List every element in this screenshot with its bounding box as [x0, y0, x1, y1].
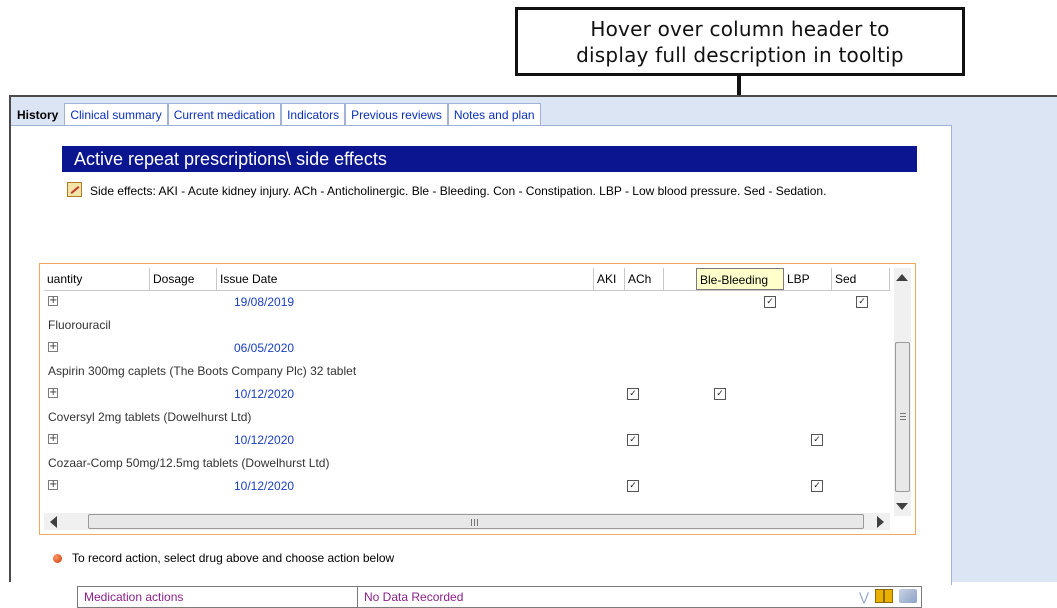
expand-icon[interactable]: +	[48, 296, 58, 306]
checkbox-ach[interactable]: ✓	[714, 388, 726, 400]
side-effects-legend: Side effects: AKI - Acute kidney injury.…	[67, 182, 907, 199]
medication-actions-value: No Data Recorded	[364, 590, 464, 604]
tab-clinical-summary[interactable]: Clinical summary	[64, 103, 168, 126]
column-header-aki[interactable]: AKI	[594, 268, 625, 290]
issue-date: 06/05/2020	[234, 341, 295, 355]
horizontal-scrollbar[interactable]	[44, 513, 890, 530]
expand-icon[interactable]: +	[48, 434, 58, 444]
tab-notes-and-plan[interactable]: Notes and plan	[447, 103, 541, 126]
tab-bar: History Clinical summary Current medicat…	[11, 103, 541, 126]
side-effects-text: Side effects: AKI - Acute kidney injury.…	[90, 184, 827, 198]
checkbox-sed[interactable]: ✓	[856, 296, 868, 308]
instruction-text: To record action, select drug above and …	[53, 551, 394, 565]
issue-date: 10/12/2020	[234, 479, 295, 493]
column-header-ach[interactable]: ACh	[625, 268, 664, 290]
tab-indicators[interactable]: Indicators	[281, 103, 346, 126]
column-header-sed[interactable]: Sed	[832, 268, 890, 290]
issue-row[interactable]: +19/08/2019 ✓ ✓	[44, 291, 890, 313]
checkbox-aki[interactable]: ✓	[627, 480, 639, 492]
column-header-dosage[interactable]: Dosage	[150, 268, 217, 290]
note-icon	[67, 182, 82, 197]
drug-name: Aspirin 300mg caplets (The Boots Company…	[48, 364, 357, 378]
checkbox-ble[interactable]: ✓	[764, 296, 776, 308]
horizontal-scroll-thumb[interactable]	[88, 514, 864, 529]
drug-name: Fluorouracil	[48, 318, 111, 332]
tab-current-medication[interactable]: Current medication	[167, 103, 282, 126]
section-title: Active repeat prescriptions\ side effect…	[62, 146, 917, 172]
medication-actions-row[interactable]: Medication actions No Data Recorded ⋁	[77, 586, 922, 608]
column-header-ble-tooltip[interactable]: Ble-Bleeding	[696, 268, 784, 290]
grid-body: uantity Dosage Issue Date AKI ACh Ble-Bl…	[44, 268, 890, 516]
issue-row[interactable]: +10/12/2020 ✓ ✓	[44, 383, 890, 405]
prescriptions-grid: uantity Dosage Issue Date AKI ACh Ble-Bl…	[39, 263, 916, 535]
chevron-down-icon[interactable]: ⋁	[859, 589, 869, 605]
book-icon[interactable]	[875, 589, 893, 603]
expand-icon[interactable]: +	[48, 342, 58, 352]
checkbox-lbp[interactable]: ✓	[811, 480, 823, 492]
expand-icon[interactable]: +	[48, 388, 58, 398]
grid-header: uantity Dosage Issue Date AKI ACh Ble-Bl…	[44, 268, 890, 291]
drug-row[interactable]: Cozaar-Comp 50mg/12.5mg tablets (Dowelhu…	[44, 452, 890, 474]
issue-date: 19/08/2019	[234, 295, 295, 309]
column-header-issue-date[interactable]: Issue Date	[217, 268, 594, 290]
issue-date: 10/12/2020	[234, 387, 295, 401]
drug-row[interactable]: Fluorouracil	[44, 314, 890, 336]
callout-line-1: Hover over column header to	[590, 16, 890, 41]
callout-line-2: display full description in tooltip	[576, 42, 904, 67]
vertical-scrollbar[interactable]	[894, 268, 911, 516]
checkbox-lbp[interactable]: ✓	[811, 434, 823, 446]
drug-row[interactable]: Coversyl 2mg tablets (Dowelhurst Ltd)	[44, 406, 890, 428]
annotation-callout: Hover over column header to display full…	[515, 7, 965, 76]
column-header-quantity[interactable]: uantity	[44, 268, 150, 290]
checkbox-aki[interactable]: ✓	[627, 434, 639, 446]
medication-review-window: History Clinical summary Current medicat…	[9, 95, 1057, 608]
vertical-scroll-thumb[interactable]	[895, 342, 910, 492]
checkbox-aki[interactable]: ✓	[627, 388, 639, 400]
tab-content: Active repeat prescriptions\ side effect…	[11, 125, 952, 608]
scroll-right-icon[interactable]	[877, 516, 884, 528]
issue-row[interactable]: +10/12/2020 ✓ ✓	[44, 429, 890, 451]
action-icons: ⋁	[859, 589, 917, 605]
tab-history[interactable]: History	[11, 103, 65, 126]
scroll-up-icon[interactable]	[896, 274, 908, 281]
medication-actions-label: Medication actions	[78, 587, 358, 607]
drug-name: Cozaar-Comp 50mg/12.5mg tablets (Dowelhu…	[48, 456, 330, 470]
bullet-icon	[53, 554, 62, 563]
drug-name: Coversyl 2mg tablets (Dowelhurst Ltd)	[48, 410, 252, 424]
scroll-down-icon[interactable]	[896, 503, 908, 510]
drug-row[interactable]: Aspirin 300mg caplets (The Boots Company…	[44, 360, 890, 382]
tab-previous-reviews[interactable]: Previous reviews	[345, 103, 448, 126]
issue-date: 10/12/2020	[234, 433, 295, 447]
arrow-icon[interactable]	[899, 589, 917, 603]
issue-row[interactable]: +06/05/2020	[44, 337, 890, 359]
scroll-left-icon[interactable]	[50, 516, 57, 528]
column-header-lbp[interactable]: LBP	[784, 268, 832, 290]
issue-row[interactable]: +10/12/2020 ✓ ✓	[44, 475, 890, 497]
expand-icon[interactable]: +	[48, 480, 58, 490]
